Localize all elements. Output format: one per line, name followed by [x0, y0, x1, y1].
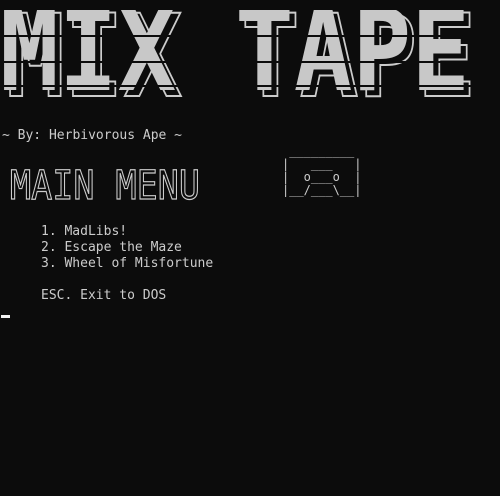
main-menu-heading-text: MAIN MENU	[10, 166, 200, 204]
console-window[interactable]: MIX TAPE MIX TAPE ~ By: Herbivorous Ape …	[0, 0, 500, 496]
menu-item-madlibs[interactable]: 1. MadLibs!	[41, 224, 213, 240]
main-menu-heading: MAIN MENU	[8, 162, 208, 209]
menu-item-wheel-of-misfortune[interactable]: 3. Wheel of Misfortune	[41, 256, 213, 272]
author-byline: ~ By: Herbivorous Ape ~	[2, 128, 183, 143]
menu-options: 1. MadLibs! 2. Escape the Maze 3. Wheel …	[41, 224, 213, 272]
menu-item-exit-to-dos[interactable]: ESC. Exit to DOS	[41, 288, 166, 304]
text-cursor	[1, 315, 10, 318]
menu-item-escape-maze[interactable]: 2. Escape the Maze	[41, 240, 213, 256]
title-banner: MIX TAPE MIX TAPE	[0, 10, 500, 110]
ascii-face-art: _________ | ___ | | o___o | |__/___\__|	[282, 144, 362, 197]
banner-title: MIX TAPE	[0, 10, 470, 110]
